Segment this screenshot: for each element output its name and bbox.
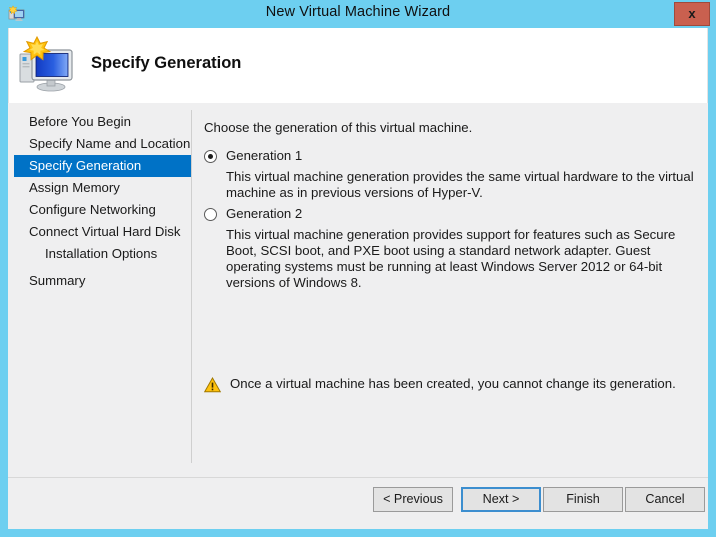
wizard-steps-sidebar: Before You Begin Specify Name and Locati… <box>8 103 191 478</box>
wizard-body: Before You Begin Specify Name and Locati… <box>8 103 708 478</box>
sidebar-item-specify-name-and-location[interactable]: Specify Name and Location <box>14 133 191 155</box>
new-virtual-machine-wizard-window: New Virtual Machine Wizard x Specify Gen… <box>0 0 716 537</box>
sidebar-item-installation-options[interactable]: Installation Options <box>14 243 191 265</box>
previous-button[interactable]: < Previous <box>373 487 453 512</box>
generation-1-description: This virtual machine generation provides… <box>226 169 694 200</box>
warning-triangle-icon <box>203 376 222 393</box>
generation-2-description: This virtual machine generation provides… <box>226 227 676 290</box>
sidebar-item-specify-generation[interactable]: Specify Generation <box>14 155 191 177</box>
window-title: New Virtual Machine Wizard <box>265 4 451 20</box>
cancel-button[interactable]: Cancel <box>625 487 705 512</box>
generation-2-radio[interactable] <box>204 208 217 221</box>
generation-1-label[interactable]: Generation 1 <box>226 148 302 163</box>
sidebar-item-before-you-begin[interactable]: Before You Begin <box>14 111 191 133</box>
wizard-footer: < Previous Next > Finish Cancel <box>8 478 708 529</box>
sidebar-item-summary[interactable]: Summary <box>14 270 191 292</box>
next-button[interactable]: Next > <box>461 487 541 512</box>
generation-1-radio[interactable] <box>204 150 217 163</box>
title-bar: New Virtual Machine Wizard x <box>0 0 716 28</box>
finish-button[interactable]: Finish <box>543 487 623 512</box>
sidebar-item-configure-networking[interactable]: Configure Networking <box>14 199 191 221</box>
warning-text: Once a virtual machine has been created,… <box>230 376 676 391</box>
page-title: Specify Generation <box>91 54 242 72</box>
close-icon[interactable]: x <box>674 2 710 26</box>
generation-2-option-row[interactable]: Generation 2 <box>204 206 699 224</box>
generation-1-option-row[interactable]: Generation 1 <box>204 148 699 166</box>
computer-monitor-starburst-icon <box>17 35 77 94</box>
intro-text: Choose the generation of this virtual ma… <box>204 120 473 135</box>
generation-2-label[interactable]: Generation 2 <box>226 206 302 221</box>
sidebar-item-assign-memory[interactable]: Assign Memory <box>14 177 191 199</box>
generation-warning: Once a virtual machine has been created,… <box>203 376 699 396</box>
sidebar-item-connect-virtual-hard-disk[interactable]: Connect Virtual Hard Disk <box>14 221 191 243</box>
wizard-content: Choose the generation of this virtual ma… <box>191 103 708 478</box>
wizard-header: Specify Generation <box>8 28 708 103</box>
